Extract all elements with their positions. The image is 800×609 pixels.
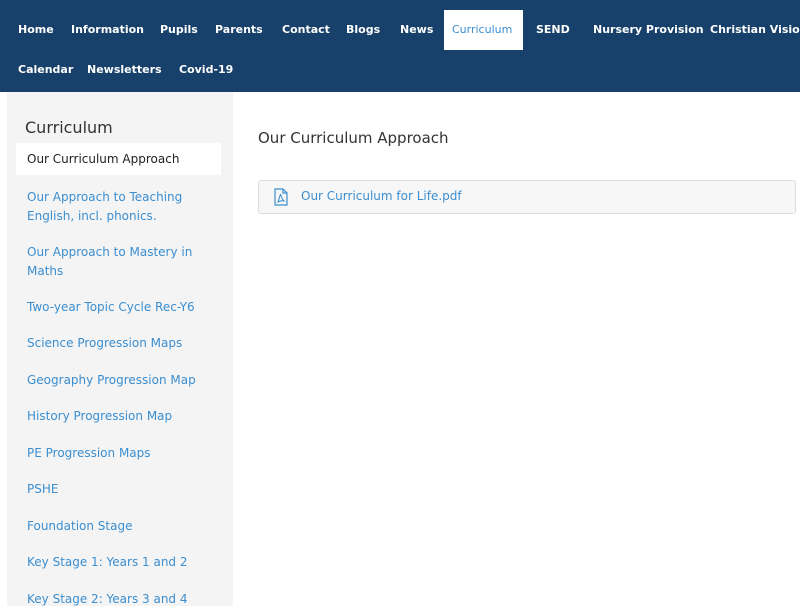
file-download-link[interactable]: Our Curriculum for Life.pdf [258, 180, 796, 214]
nav-information[interactable]: Information [71, 20, 144, 40]
sidebar-item-science-maps[interactable]: Science Progression Maps [27, 334, 227, 353]
nav-calendar[interactable]: Calendar [18, 60, 73, 80]
nav-covid-19[interactable]: Covid-19 [179, 60, 233, 80]
sidebar-item-our-curriculum-approach[interactable]: Our Curriculum Approach [16, 143, 221, 175]
sidebar-item-topic-cycle[interactable]: Two-year Topic Cycle Rec-Y6 [27, 298, 227, 317]
page-title: Our Curriculum Approach [258, 129, 449, 147]
sidebar-item-key-stage-1[interactable]: Key Stage 1: Years 1 and 2 [27, 553, 227, 572]
sidebar-item-mastery-maths[interactable]: Our Approach to Mastery in Maths [27, 243, 217, 281]
nav-christian-vision[interactable]: Christian Vision [710, 20, 800, 40]
sidebar-item-history-map[interactable]: History Progression Map [27, 407, 227, 426]
nav-newsletters[interactable]: Newsletters [87, 60, 162, 80]
sidebar-item-pe-maps[interactable]: PE Progression Maps [27, 444, 227, 463]
nav-contact[interactable]: Contact [282, 20, 330, 40]
nav-curriculum[interactable]: Curriculum [444, 10, 523, 50]
nav-news[interactable]: News [400, 20, 433, 40]
sidebar-item-key-stage-2[interactable]: Key Stage 2: Years 3 and 4 [27, 590, 227, 609]
sidebar-title: Curriculum [25, 118, 113, 137]
sidebar-item-geography-map[interactable]: Geography Progression Map [27, 371, 227, 390]
nav-blogs[interactable]: Blogs [346, 20, 380, 40]
nav-nursery-provision[interactable]: Nursery Provision [593, 20, 704, 40]
nav-pupils[interactable]: Pupils [160, 20, 198, 40]
nav-send[interactable]: SEND [536, 20, 570, 40]
sidebar-item-teaching-english[interactable]: Our Approach to Teaching English, incl. … [27, 188, 217, 226]
nav-home[interactable]: Home [18, 20, 54, 40]
sidebar-item-pshe[interactable]: PSHE [27, 480, 227, 499]
nav-parents[interactable]: Parents [215, 20, 263, 40]
sidebar-item-foundation-stage[interactable]: Foundation Stage [27, 517, 227, 536]
main-navigation: Home Information Pupils Parents Contact … [0, 0, 800, 92]
pdf-file-icon [273, 188, 289, 206]
file-label: Our Curriculum for Life.pdf [301, 189, 462, 203]
